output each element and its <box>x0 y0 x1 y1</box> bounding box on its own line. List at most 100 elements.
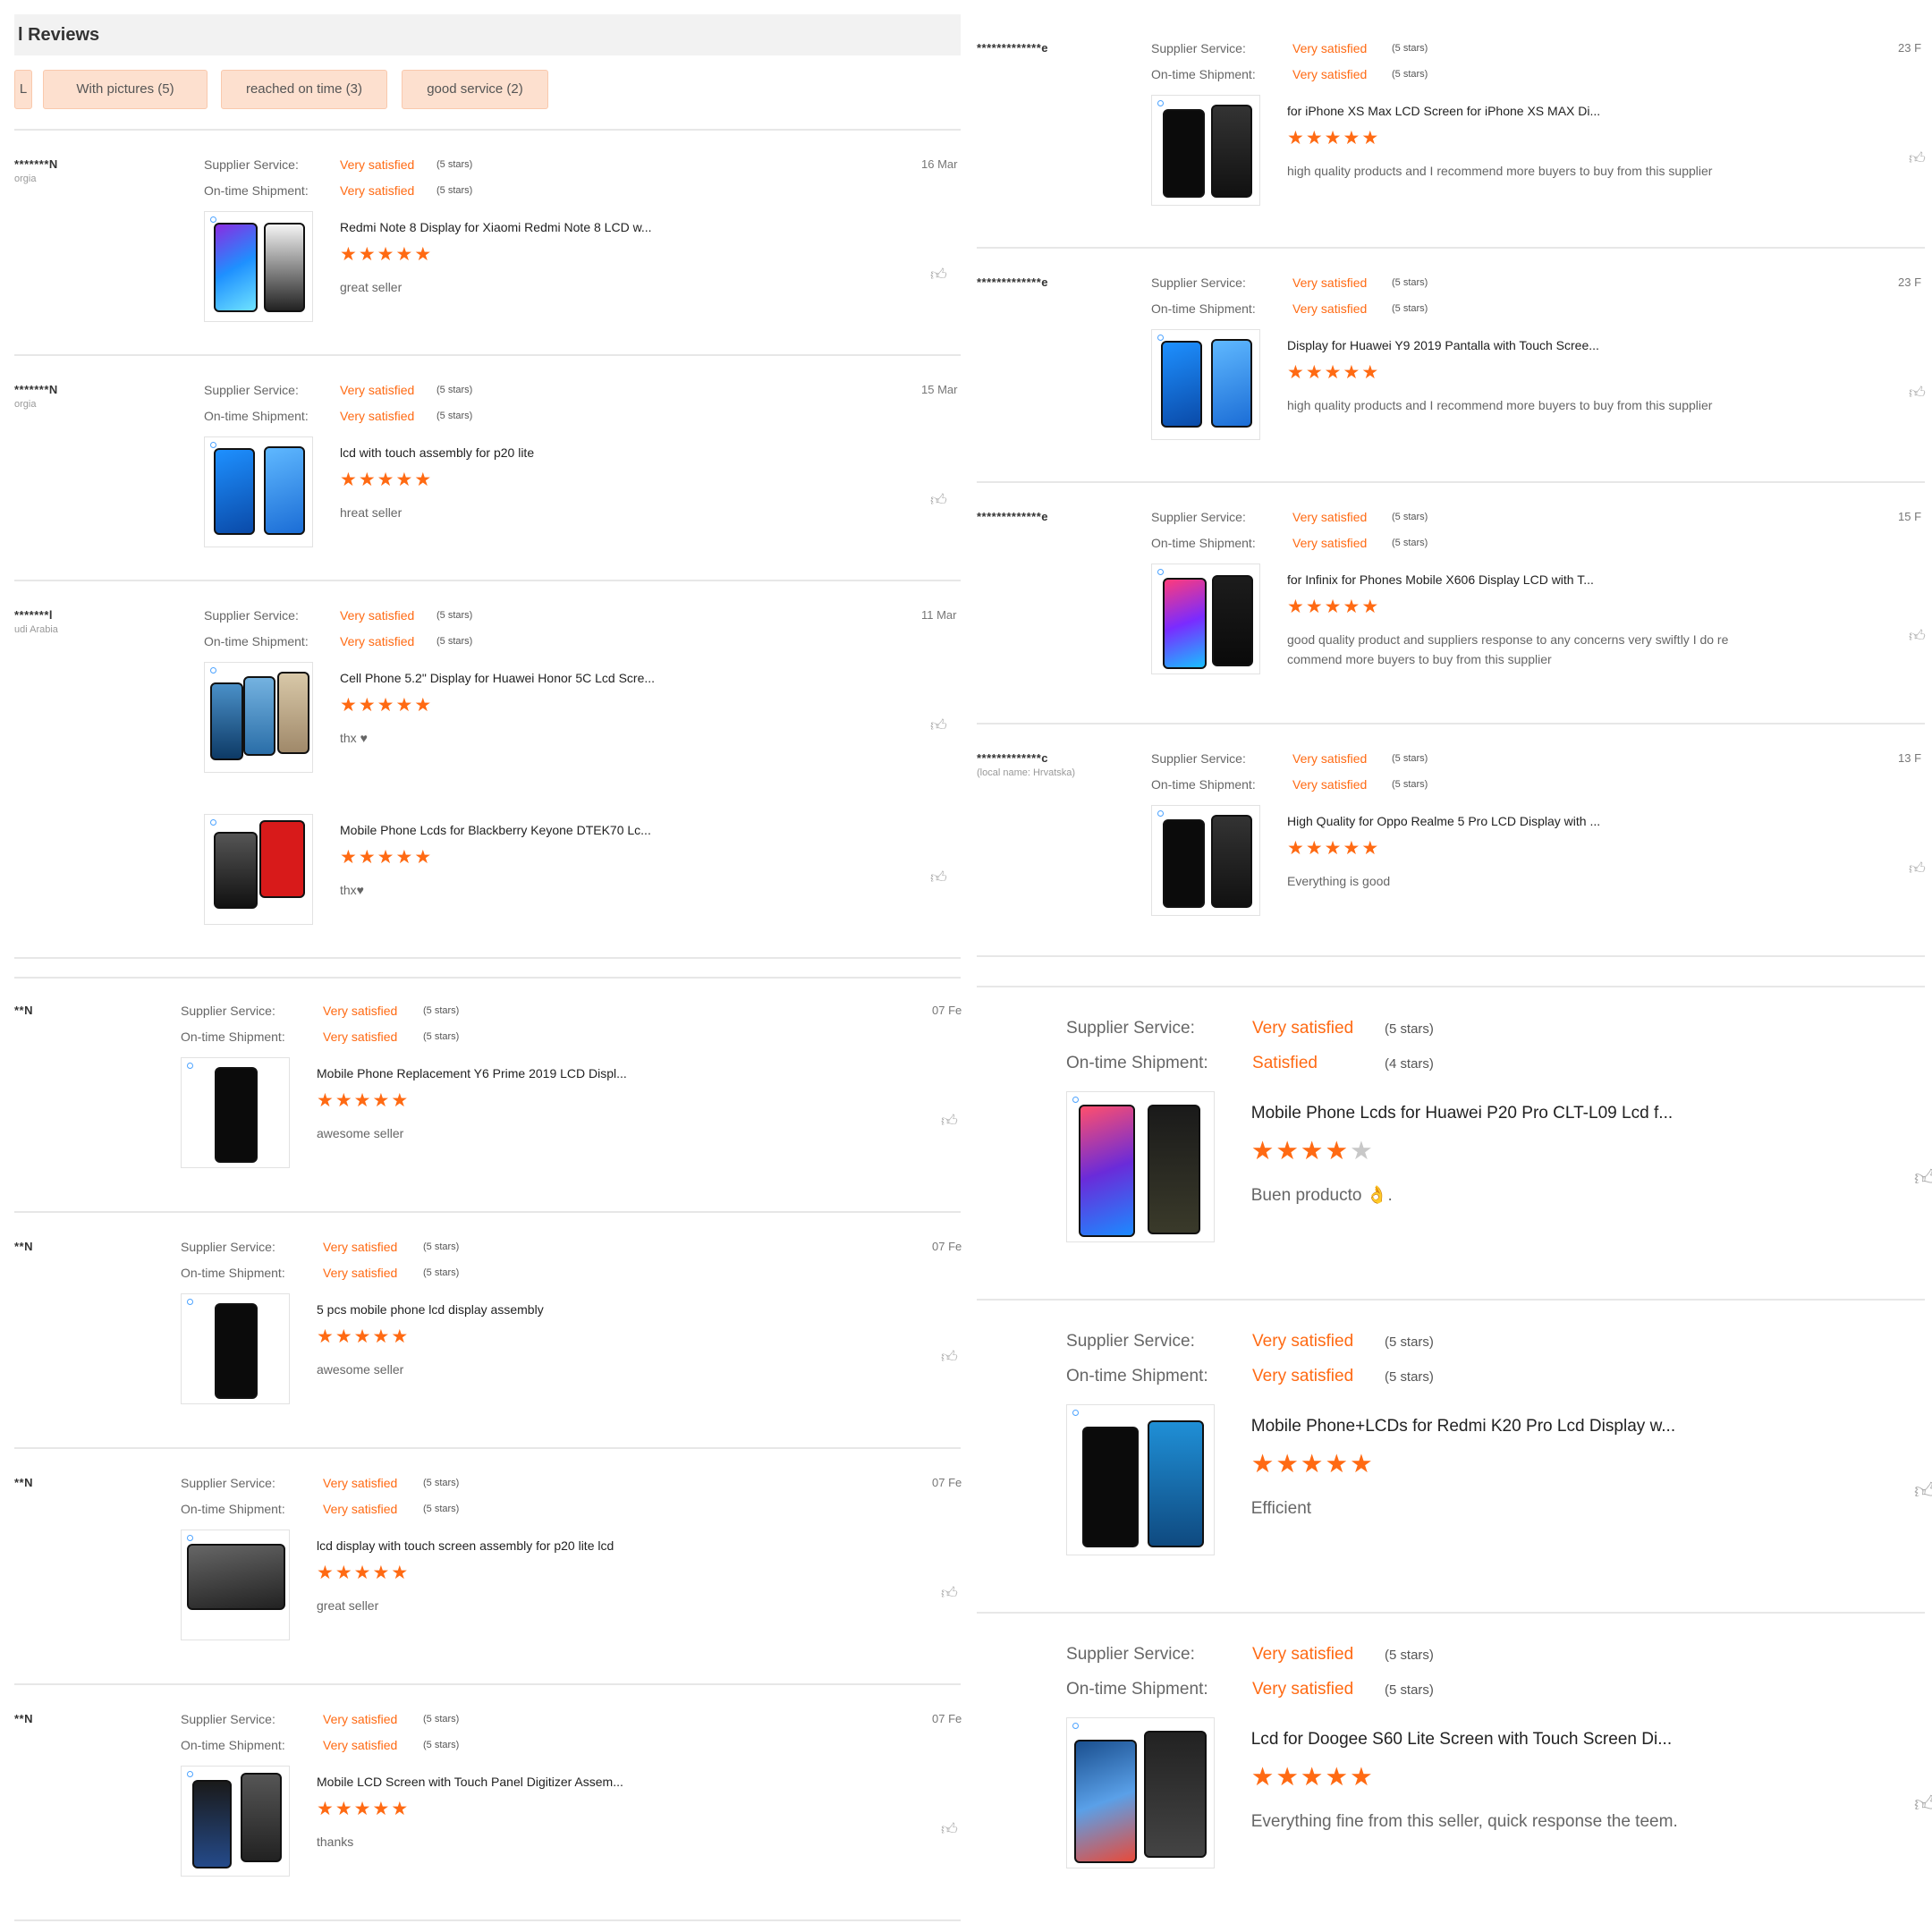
thumbs-up-icon[interactable]: 👍︎ <box>941 1347 958 1367</box>
product-title[interactable]: Display for Huawei Y9 2019 Pantalla with… <box>1287 338 1599 352</box>
ontime-shipment-rating: Very satisfied <box>1292 301 1368 316</box>
product-thumbnail[interactable] <box>204 436 313 547</box>
star-filled-icon: ★ <box>1350 1763 1375 1792</box>
thumbs-up-icon[interactable]: 👍︎ <box>1909 626 1926 646</box>
supplier-service-label: Supplier Service: <box>1151 41 1246 55</box>
star-filled-icon: ★ <box>1324 128 1343 148</box>
product-title[interactable]: Mobile LCD Screen with Touch Panel Digit… <box>317 1775 623 1789</box>
product-title[interactable]: High Quality for Oppo Realme 5 Pro LCD D… <box>1287 814 1600 828</box>
ontime-shipment-stars: (5 stars) <box>1385 1369 1434 1385</box>
filter-chip[interactable]: reached on time (3) <box>221 70 387 109</box>
thumbs-up-icon[interactable]: 👍︎ <box>930 868 947 887</box>
thumbs-up-icon[interactable]: 👍︎ <box>941 1819 958 1839</box>
product-title[interactable]: Cell Phone 5.2" Display for Huawei Honor… <box>340 671 655 685</box>
product-thumbnail[interactable] <box>181 1293 290 1404</box>
thumbs-up-icon[interactable]: 👍︎ <box>941 1111 958 1131</box>
product-thumbnail[interactable] <box>1151 805 1260 916</box>
thumbs-up-icon[interactable]: 👍︎ <box>1909 859 1926 878</box>
star-filled-icon: ★ <box>391 1563 411 1583</box>
product-thumbnail[interactable] <box>1151 329 1260 440</box>
star-filled-icon: ★ <box>353 1799 373 1819</box>
ontime-shipment-label: On-time Shipment: <box>181 1502 285 1516</box>
product-thumbnail[interactable] <box>204 814 313 925</box>
star-filled-icon: ★ <box>317 1799 335 1819</box>
supplier-service-rating: Very satisfied <box>340 157 415 172</box>
thumbs-up-icon[interactable]: 👍︎ <box>1914 1478 1932 1504</box>
image-indicator-icon <box>187 1299 193 1305</box>
product-thumbnail[interactable] <box>1066 1404 1215 1556</box>
star-filled-icon: ★ <box>1305 362 1325 383</box>
divider <box>977 723 1925 724</box>
filter-chip[interactable]: With pictures (5) <box>43 70 208 109</box>
product-thumbnail[interactable] <box>1066 1717 1215 1869</box>
product-image <box>214 1066 258 1163</box>
product-title[interactable]: lcd display with touch screen assembly f… <box>317 1538 614 1553</box>
divider <box>14 1447 961 1449</box>
thumbs-up-icon[interactable]: 👍︎ <box>1914 1165 1932 1191</box>
supplier-service-rating: Very satisfied <box>340 383 415 397</box>
product-title[interactable]: Mobile Phone+LCDs for Redmi K20 Pro Lcd … <box>1251 1417 1675 1436</box>
filter-chip[interactable]: good service (2) <box>402 70 548 109</box>
thumbs-up-icon[interactable]: 👍︎ <box>1914 1791 1932 1818</box>
supplier-service-rating: Very satisfied <box>1252 1644 1354 1664</box>
thumbs-up-icon[interactable]: 👍︎ <box>930 265 947 284</box>
supplier-service-label: Supplier Service: <box>1151 275 1246 290</box>
product-thumbnail[interactable] <box>1066 1091 1215 1243</box>
product-title[interactable]: 5 pcs mobile phone lcd display assembly <box>317 1302 544 1317</box>
product-title[interactable]: for Infinix for Phones Mobile X606 Displ… <box>1287 572 1594 587</box>
supplier-service-label: Supplier Service: <box>181 1476 275 1490</box>
product-title[interactable]: for iPhone XS Max LCD Screen for iPhone … <box>1287 104 1600 118</box>
product-title[interactable]: Mobile Phone Replacement Y6 Prime 2019 L… <box>317 1066 627 1080</box>
product-thumbnail[interactable] <box>181 1530 290 1640</box>
star-rating: ★★★★★ <box>317 1089 410 1112</box>
star-filled-icon: ★ <box>340 847 359 868</box>
star-filled-icon: ★ <box>1343 597 1362 617</box>
thumbs-up-icon[interactable]: 👍︎ <box>941 1583 958 1603</box>
review-date: 13 F <box>1898 751 1922 765</box>
product-image <box>259 820 306 898</box>
thumbs-up-icon[interactable]: 👍︎ <box>1909 383 1926 402</box>
ontime-shipment-rating: Very satisfied <box>1292 536 1368 550</box>
ontime-shipment-rating: Very satisfied <box>323 1030 398 1044</box>
ontime-shipment-rating: Very satisfied <box>1292 67 1368 81</box>
review-date: 23 F <box>1898 41 1922 55</box>
thumbs-up-icon[interactable]: 👍︎ <box>930 490 947 510</box>
star-rating: ★★★★★ <box>1287 361 1380 384</box>
star-rating: ★★★★★ <box>1251 1761 1375 1792</box>
filter-chip[interactable]: L <box>14 70 32 109</box>
product-thumbnail[interactable] <box>181 1766 290 1877</box>
review-comment: thx♥ <box>340 883 364 897</box>
product-image <box>263 223 306 312</box>
star-filled-icon: ★ <box>1325 1763 1351 1792</box>
star-filled-icon: ★ <box>377 470 396 490</box>
product-thumbnail[interactable] <box>1151 95 1260 206</box>
product-thumbnail[interactable] <box>204 662 313 773</box>
divider <box>977 1612 1925 1614</box>
product-title[interactable]: Redmi Note 8 Display for Xiaomi Redmi No… <box>340 220 652 234</box>
product-image <box>1163 108 1205 199</box>
thumbs-up-icon[interactable]: 👍︎ <box>1909 148 1926 168</box>
image-indicator-icon <box>1072 1097 1079 1104</box>
star-filled-icon: ★ <box>414 470 434 490</box>
supplier-service-label: Supplier Service: <box>181 1712 275 1726</box>
product-thumbnail[interactable] <box>181 1057 290 1168</box>
star-filled-icon: ★ <box>317 1090 335 1111</box>
reviewer-name: **N <box>14 1712 34 1725</box>
product-image <box>1163 818 1205 909</box>
product-title[interactable]: lcd with touch assembly for p20 lite <box>340 445 534 460</box>
divider <box>14 129 961 131</box>
thumbs-up-icon[interactable]: 👍︎ <box>930 716 947 735</box>
product-thumbnail[interactable] <box>204 211 313 322</box>
star-filled-icon: ★ <box>372 1326 392 1347</box>
star-filled-icon: ★ <box>1287 362 1306 383</box>
review-date: 15 F <box>1898 510 1922 523</box>
product-title[interactable]: Mobile Phone Lcds for Blackberry Keyone … <box>340 823 651 837</box>
product-thumbnail[interactable] <box>1151 564 1260 674</box>
star-rating: ★★★★★ <box>317 1798 410 1820</box>
supplier-service-rating: Very satisfied <box>323 1240 398 1254</box>
product-title[interactable]: Mobile Phone Lcds for Huawei P20 Pro CLT… <box>1251 1104 1673 1123</box>
supplier-service-label: Supplier Service: <box>204 157 299 172</box>
product-title[interactable]: Lcd for Doogee S60 Lite Screen with Touc… <box>1251 1730 1672 1750</box>
supplier-service-stars: (5 stars) <box>1392 753 1428 764</box>
ontime-shipment-stars: (5 stars) <box>1392 779 1428 790</box>
